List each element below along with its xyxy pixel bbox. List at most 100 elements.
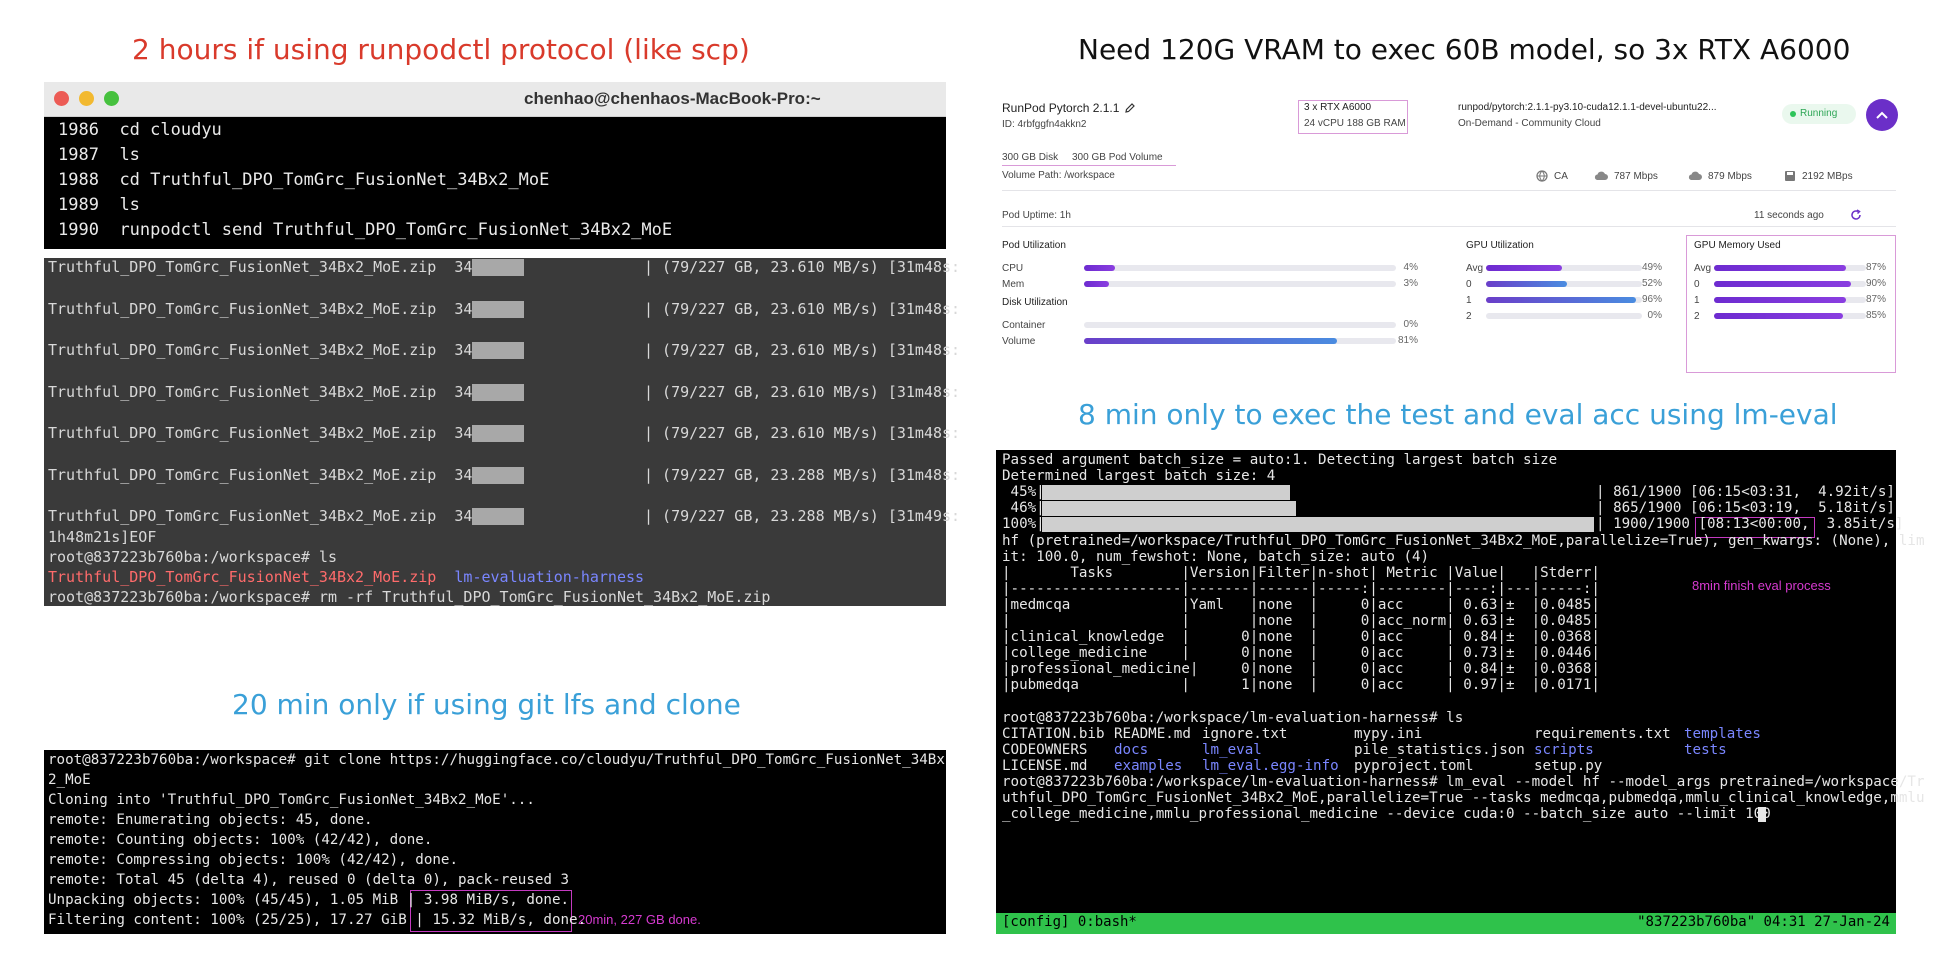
ls-entry: templates [1684,725,1761,742]
gpu_util-bar [1486,281,1642,287]
edit-icon[interactable] [1124,102,1136,114]
transfer-progress-line: Truthful_DPO_TomGrc_FusionNet_34Bx2_MoE.… [48,383,500,401]
git-output-line: root@837223b760ba:/workspace# git clone … [48,752,945,768]
window-title: chenhao@chenhaos-MacBook-Pro:~ [524,89,821,108]
gpu_mem-bar [1714,281,1866,287]
transfer-progress-line: Truthful_DPO_TomGrc_FusionNet_34Bx2_MoE.… [48,466,500,484]
minimize-window-icon[interactable] [79,91,94,106]
gpu_mem-label: 2 [1694,311,1700,322]
container-pct: 0% [1403,319,1418,330]
collapse-button[interactable] [1866,99,1898,131]
gpu_util-label: 0 [1466,279,1472,290]
mem-bar-fill [1084,281,1109,287]
ls-entry: pile_statistics.json [1354,741,1525,758]
transfer-file: Truthful_DPO_TomGrc_FusionNet_34Bx2_MoE.… [48,382,437,401]
eval-progress-stats: | 861/1900 [06:15<03:31, 4.92it/s] [1596,484,1895,501]
transfer-file: Truthful_DPO_TomGrc_FusionNet_34Bx2_MoE.… [48,424,437,442]
cpu-bar-fill [1084,265,1116,271]
ls-entry: mypy.ini [1354,725,1423,742]
status-badge: Running [1782,104,1856,124]
eval-config-line: it: 100.0, num_fewshot: None, batch_size… [1002,548,1430,565]
transfer-file: Truthful_DPO_TomGrc_FusionNet_34Bx2_MoE.… [48,465,437,484]
git-terminal[interactable]: 20min, 227 GB done. root@837223b760ba:/w… [44,750,946,934]
transfer-stats: | (79/227 GB, 23.610 MB/s) [31m48s: [644,341,961,359]
ls-entry: pyproject.toml [1354,757,1474,774]
container-label: Container [1002,320,1046,331]
runpod-pod-panel: RunPod Pytorch 2.1.1 ID: 4rbfggfn4akkn2 … [996,90,1898,380]
git-output-line: 2_MoE [48,772,91,788]
transfer-file: Truthful_DPO_TomGrc_FusionNet_34Bx2_MoE.… [48,341,437,359]
cloud-type: On-Demand - Community Cloud [1458,118,1601,129]
eval-progress-bar [1042,517,1594,533]
refresh-icon[interactable] [1850,209,1862,221]
history-command: cd Truthful_DPO_TomGrc_FusionNet_34Bx2_M… [119,170,550,190]
transfer-stats: | (79/227 GB, 23.610 MB/s) [31m48s: [644,258,961,276]
gpu_mem-bar-fill [1714,265,1847,271]
container-image: runpod/pytorch:2.1.1-py3.10-cuda12.1.1-d… [1458,102,1717,113]
ls-entry: ignore.txt [1202,725,1288,742]
cloud-upload-icon [1688,171,1702,180]
transfer-stats: | (79/227 GB, 23.610 MB/s) [31m48s: [644,424,961,442]
history-line: 1990 runpodctl send Truthful_DPO_TomGrc_… [58,220,672,240]
eval-command-line: _college_medicine,mmlu_professional_medi… [1002,806,1771,823]
ls-dir: lm-evaluation-harness [454,568,645,586]
gpu_mem-pct: 85% [1865,310,1886,321]
pod-name: RunPod Pytorch 2.1.1 [1002,101,1120,115]
disk-speed: 2192 MBps [1802,171,1853,182]
gpu_mem-bar [1714,297,1866,303]
gpu_util-bar-fill [1486,281,1568,287]
gpu_mem-bar-fill [1714,297,1847,303]
status-text: Running [1800,108,1838,119]
results-table-row: | Tasks |Version|Filter|n-shot| Metric |… [1002,564,1600,581]
gpu_util-bar [1486,297,1642,303]
ls-entry: lm_eval.egg-info [1202,757,1339,774]
transfer-file: Truthful_DPO_TomGrc_FusionNet_34Bx2_MoE.… [48,258,437,276]
history-command: ls [119,145,140,165]
caption-runpodctl: 2 hours if using runpodctl protocol (lik… [132,33,750,66]
mem-label: Mem [1002,279,1025,290]
results-table-row: |pubmedqa | 1|none | 0|acc | 0.97|± |0.0… [1002,677,1600,694]
close-window-icon[interactable] [54,91,69,106]
container-bar [1084,322,1396,328]
transfer-progress-block [472,383,524,401]
transfer-progress-line: Truthful_DPO_TomGrc_FusionNet_34Bx2_MoE.… [48,300,500,318]
eval-terminal[interactable]: 8min finish eval process [config] 0:bash… [996,450,1925,934]
eval-output-line: Determined largest batch size: 4 [1002,468,1276,485]
git-output-line: Cloning into 'Truthful_DPO_TomGrc_Fusion… [48,792,535,808]
eval-command-line: root@837223b760ba:/workspace/lm-evaluati… [1002,774,1925,790]
transfer-progress-block [472,300,524,318]
gpu_util-pct: 0% [1647,310,1662,321]
transfer-stats: | (79/227 GB, 23.288 MB/s) [31m49s: [644,507,961,525]
transfer-progress-line: Truthful_DPO_TomGrc_FusionNet_34Bx2_MoE.… [48,341,500,359]
maximize-window-icon[interactable] [104,91,119,106]
globe-icon [1536,170,1548,182]
gpu_util-bar [1486,265,1642,271]
eval-progress-bar [1042,501,1296,517]
gpu_util-label: Avg [1466,263,1484,274]
download-speed: 787 Mbps [1614,171,1658,182]
git-output-line: remote: Total 45 (delta 4), reused 0 (de… [48,872,570,888]
prompt-rm: root@837223b760ba:/workspace# rm -rf Tru… [48,588,771,606]
transfer-progress-block [472,259,524,276]
git-output-line: remote: Counting objects: 100% (42/42), … [48,832,433,848]
ls-entry: requirements.txt [1534,725,1671,742]
results-table-row: |clinical_knowledge | 0|none | 0|acc | 0… [1002,629,1600,646]
ls-entry: examples [1114,757,1183,774]
tmux-host-time: "837223b760ba" 04:31 27-Jan-24 [1637,914,1890,930]
transfer-terminal[interactable]: 1h48m21s]EOF root@837223b760ba:/workspac… [44,258,960,606]
cpu-label: CPU [1002,263,1024,274]
eval-progress-bar [1042,485,1290,501]
history-number: 1990 [58,220,99,240]
history-terminal[interactable]: 1986 cd cloudyu 1987 ls 1988 cd Truthful_D… [44,117,946,249]
eof-line: 1h48m21s]EOF [48,528,157,546]
history-number: 1989 [58,195,99,215]
git-note: 20min, 227 GB done. [578,912,701,927]
volume-bar-fill [1084,338,1337,344]
git-output-line: Unpacking objects: 100% (45/45), 1.05 Mi… [48,892,570,908]
eval-progress-pct: 46%| [1002,500,1045,517]
eval-progress-pct: 45%| [1002,484,1045,501]
transfer-stats: | (79/227 GB, 23.610 MB/s) [31m48s: [644,382,961,401]
ls-zip-file: Truthful_DPO_TomGrc_FusionNet_34Bx2_MoE.… [48,568,437,586]
divider [1002,226,1896,227]
caption-git: 20 min only if using git lfs and clone [232,688,741,721]
